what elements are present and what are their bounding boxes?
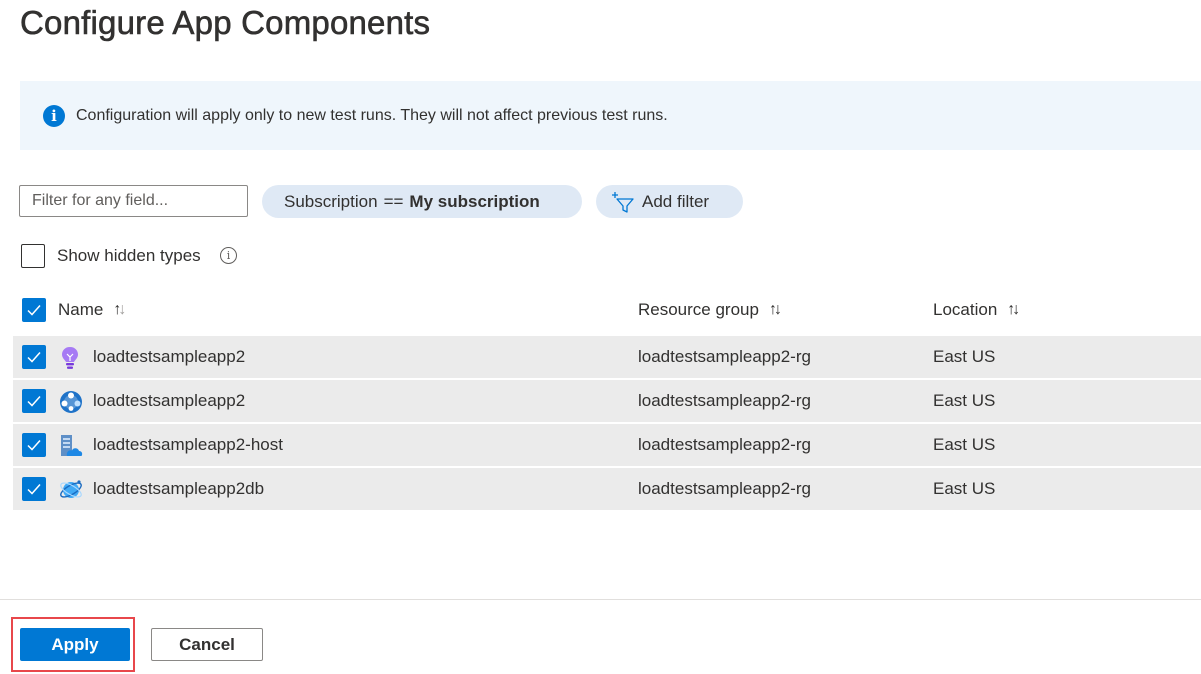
sort-icon: ↑↓ <box>1007 301 1020 318</box>
show-hidden-types-label: Show hidden types <box>57 246 201 265</box>
column-header-location[interactable]: Location ↑↓ <box>933 300 1020 320</box>
subscription-filter-value: My subscription <box>409 191 540 211</box>
row-resource-group: loadtestsampleapp2-rg <box>638 479 811 498</box>
show-hidden-types-checkbox[interactable] <box>21 244 45 268</box>
subscription-filter-pill[interactable]: Subscription == My subscription <box>262 185 582 218</box>
app-service-plan-icon <box>61 435 83 456</box>
add-filter-icon <box>612 191 634 213</box>
column-header-location-label: Location <box>933 300 998 319</box>
add-filter-button[interactable]: Add filter <box>596 185 743 218</box>
info-banner-text: Configuration will apply only to new tes… <box>76 106 668 124</box>
table-row[interactable]: loadtestsampleapp2db loadtestsampleapp2-… <box>13 468 1201 511</box>
info-banner: i Configuration will apply only to new t… <box>20 81 1201 150</box>
checkmark-icon <box>27 396 41 407</box>
subscription-filter-operator: == <box>383 191 404 211</box>
table-row[interactable]: loadtestsampleapp2-host loadtestsampleap… <box>13 424 1201 467</box>
application-insights-icon <box>62 347 78 369</box>
apply-button[interactable]: Apply <box>20 628 130 661</box>
app-service-icon <box>60 391 82 413</box>
filter-input[interactable] <box>19 185 248 217</box>
row-location: East US <box>933 435 996 454</box>
checkmark-icon <box>27 440 41 451</box>
row-location: East US <box>933 479 996 498</box>
row-checkbox[interactable] <box>22 389 46 413</box>
row-checkbox[interactable] <box>22 477 46 501</box>
row-name[interactable]: loadtestsampleapp2db <box>93 479 264 499</box>
footer-divider <box>0 599 1201 600</box>
cancel-button[interactable]: Cancel <box>151 628 263 661</box>
row-checkbox[interactable] <box>22 433 46 457</box>
row-name[interactable]: loadtestsampleapp2 <box>93 347 245 367</box>
info-icon: i <box>43 104 65 127</box>
row-location: East US <box>933 391 996 410</box>
row-resource-group: loadtestsampleapp2-rg <box>638 391 811 410</box>
sort-icon: ↑↓ <box>768 301 782 318</box>
row-resource-group: loadtestsampleapp2-rg <box>638 435 811 454</box>
subscription-filter-field: Subscription <box>284 191 378 211</box>
checkmark-icon <box>27 484 41 495</box>
sort-icon: ↑↓ <box>113 301 126 318</box>
row-location: East US <box>933 347 996 366</box>
page-title: Configure App Components <box>20 4 431 42</box>
row-name[interactable]: loadtestsampleapp2 <box>93 391 245 411</box>
column-header-resource-group-label: Resource group <box>638 300 759 319</box>
column-header-name-label: Name <box>58 300 104 319</box>
info-circle-icon[interactable]: i <box>220 247 237 264</box>
add-filter-label: Add filter <box>642 191 710 211</box>
row-checkbox[interactable] <box>22 345 46 369</box>
row-name[interactable]: loadtestsampleapp2-host <box>93 435 283 455</box>
select-all-checkbox[interactable] <box>22 298 46 322</box>
checkmark-icon <box>27 305 41 316</box>
cosmos-db-icon <box>60 480 82 498</box>
checkmark-icon <box>27 352 41 363</box>
row-resource-group: loadtestsampleapp2-rg <box>638 347 811 366</box>
column-header-name[interactable]: Name ↑↓ <box>58 300 126 320</box>
table-row[interactable]: loadtestsampleapp2 loadtestsampleapp2-rg… <box>13 380 1201 423</box>
column-header-resource-group[interactable]: Resource group ↑↓ <box>638 300 782 320</box>
table-row[interactable]: loadtestsampleapp2 loadtestsampleapp2-rg… <box>13 336 1201 379</box>
